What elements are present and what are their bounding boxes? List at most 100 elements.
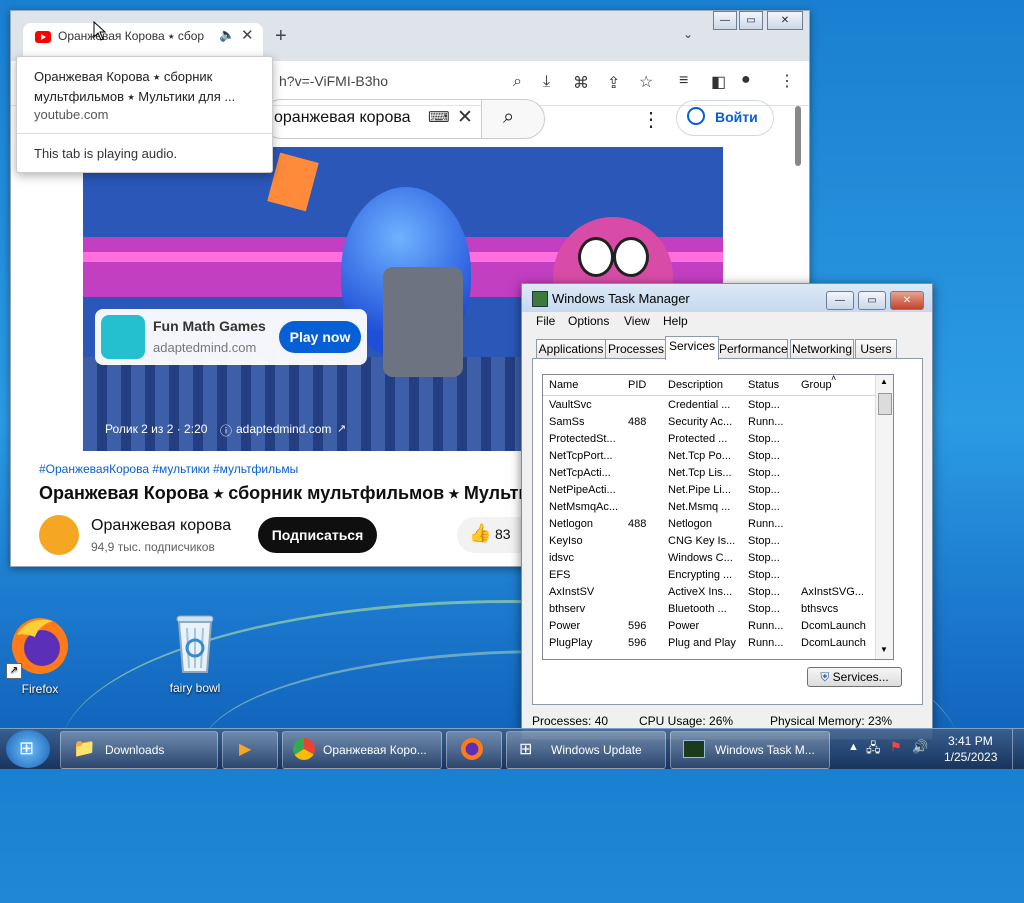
tm-close-button[interactable]: ✕	[890, 291, 924, 310]
folder-icon: 📁	[73, 738, 96, 758]
clock-time[interactable]: 3:41 PM	[948, 734, 993, 748]
tab-users[interactable]: Users	[855, 339, 897, 359]
desktop-icon-recycle-bin[interactable]: fairy bowl	[155, 610, 235, 695]
chrome-close-button[interactable]: ✕	[767, 11, 803, 30]
col-description[interactable]: Description	[668, 379, 723, 391]
ad-card[interactable]: Fun Math Games adaptedmind.com Play now	[95, 309, 367, 365]
taskbar-item-downloads[interactable]: 📁 Downloads	[60, 731, 218, 769]
install-icon[interactable]: ⤓	[543, 73, 550, 91]
task-manager-window: Windows Task Manager — ▭ ✕ File Options …	[521, 283, 933, 740]
table-row[interactable]: EFS Encrypting ... Stop...	[543, 568, 875, 585]
table-row[interactable]: NetPipeActi... Net.Pipe Li... Stop...	[543, 483, 875, 500]
bookmark-star-icon[interactable]: ☆	[639, 72, 653, 92]
table-row[interactable]: bthserv Bluetooth ... Stop... bthsvcs	[543, 602, 875, 619]
chrome-minimize-button[interactable]: —	[713, 11, 737, 30]
sort-arrow-icon: ˄	[831, 374, 837, 383]
info-icon[interactable]: ⓘ	[220, 422, 232, 439]
media-control-icon[interactable]: ≡	[679, 72, 688, 90]
tab-close-icon[interactable]: ✕	[241, 26, 254, 44]
scroll-thumb[interactable]	[878, 393, 892, 415]
show-desktop-button[interactable]	[1012, 729, 1024, 769]
taskbar-item-firefox[interactable]	[446, 731, 502, 769]
subscribe-button[interactable]: Подписаться	[258, 517, 377, 553]
chrome-maximize-button[interactable]: ▭	[739, 11, 763, 30]
taskbar-item-windows-update[interactable]: ⊞ Windows Update	[506, 731, 666, 769]
channel-name[interactable]: Оранжевая корова	[91, 517, 231, 535]
desktop-icon-firefox[interactable]: ↗ Firefox	[0, 615, 80, 696]
url-text[interactable]: h?v=-ViFMI-B3ho	[279, 73, 388, 89]
yt-search-input[interactable]: оранжевая корова	[274, 109, 411, 127]
profile-icon[interactable]: ●	[741, 71, 751, 89]
media-player-icon: ▶	[239, 741, 252, 758]
tm-minimize-button[interactable]: —	[826, 291, 854, 310]
menu-kebab-icon[interactable]: ⋮	[779, 71, 795, 91]
table-row[interactable]: ProtectedSt... Protected ... Stop...	[543, 432, 875, 449]
table-row[interactable]: Power 596 Power Runn... DcomLaunch	[543, 619, 875, 636]
side-panel-icon[interactable]: ◧	[711, 72, 726, 92]
search-icon: ⌕	[503, 106, 515, 128]
taskbar-item-media-player[interactable]: ▶	[222, 731, 278, 769]
page-scrollbar[interactable]	[795, 106, 801, 166]
cell-desc: Net.Tcp Po...	[668, 450, 731, 462]
table-row[interactable]: Netlogon 488 Netlogon Runn...	[543, 517, 875, 534]
table-row[interactable]: KeyIso CNG Key Is... Stop...	[543, 534, 875, 551]
table-row[interactable]: AxInstSV ActiveX Ins... Stop... AxInstSVG..…	[543, 585, 875, 602]
menu-view[interactable]: View	[624, 314, 650, 328]
ad-link[interactable]: adaptedmind.com	[236, 422, 331, 436]
table-row[interactable]: NetMsmqAc... Net.Msmq ... Stop...	[543, 500, 875, 517]
clear-search-icon[interactable]: ✕	[457, 106, 473, 129]
volume-icon[interactable]: 🔊	[912, 739, 928, 755]
menu-options[interactable]: Options	[568, 314, 609, 328]
signin-button[interactable]: Войти	[676, 100, 774, 136]
cell-status: Stop...	[748, 535, 780, 547]
yt-search-box[interactable]: оранжевая корова ⌨ ✕	[261, 99, 487, 139]
col-group[interactable]: Group	[801, 379, 832, 391]
audio-speaker-icon[interactable]: 🔈	[219, 27, 235, 43]
menu-help[interactable]: Help	[663, 314, 688, 328]
tab-search-chevron-icon[interactable]: ⌄	[683, 27, 693, 41]
scroll-up-icon[interactable]: ▲	[880, 377, 888, 386]
share-icon[interactable]: ⇪	[607, 73, 620, 93]
hashtags[interactable]: #ОранжеваяКорова #мультики #мультфильмы	[39, 462, 298, 476]
table-row[interactable]: SamSs 488 Security Ac... Runn...	[543, 415, 875, 432]
scroll-down-icon[interactable]: ▼	[880, 645, 888, 654]
menu-file[interactable]: File	[536, 314, 555, 328]
col-pid[interactable]: PID	[628, 379, 646, 391]
task-manager-titlebar[interactable]: Windows Task Manager — ▭ ✕	[522, 284, 932, 312]
network-icon[interactable]: 🖧	[866, 739, 881, 761]
table-row[interactable]: idsvc Windows C... Stop...	[543, 551, 875, 568]
new-tab-icon[interactable]: +	[275, 25, 287, 48]
table-row[interactable]: PlugPlay 596 Plug and Play Runn... DcomLaunc…	[543, 636, 875, 653]
ad-play-now-button[interactable]: Play now	[279, 321, 361, 353]
taskbar-item-chrome[interactable]: Оранжевая Коро...	[282, 731, 442, 769]
clock-date[interactable]: 1/25/2023	[944, 750, 997, 764]
show-hidden-icons-icon[interactable]: ▲	[848, 741, 859, 753]
tab-networking[interactable]: Networking	[790, 339, 854, 359]
chrome-icon	[293, 738, 315, 760]
video-title: Оранжевая Корова ⭑ сборник мультфильмов …	[39, 483, 530, 503]
search-icon[interactable]: ⌕	[513, 73, 522, 91]
tab-performance[interactable]: Performance	[718, 339, 788, 359]
services-scrollbar[interactable]: ▲ ▼	[875, 375, 893, 659]
tab-applications[interactable]: Applications	[536, 339, 606, 359]
table-row[interactable]: NetTcpPort... Net.Tcp Po... Stop...	[543, 449, 875, 466]
yt-settings-kebab-icon[interactable]: ⋮	[641, 107, 661, 132]
action-center-icon[interactable]: ⚑	[890, 739, 902, 755]
taskbar-label: Windows Update	[551, 743, 642, 757]
channel-avatar[interactable]	[39, 515, 79, 555]
translate-icon[interactable]: ⌘	[573, 73, 589, 93]
table-row[interactable]: NetTcpActi... Net.Tcp Lis... Stop...	[543, 466, 875, 483]
start-button[interactable]: ⊞	[6, 730, 50, 768]
col-name[interactable]: Name	[549, 379, 578, 391]
tm-maximize-button[interactable]: ▭	[858, 291, 886, 310]
yt-search-button[interactable]: ⌕	[481, 99, 545, 139]
tab-services[interactable]: Services	[665, 336, 719, 360]
cell-desc: Net.Tcp Lis...	[668, 467, 732, 479]
services-button[interactable]: ⛨ Services...	[807, 667, 902, 687]
taskbar-item-task-manager[interactable]: Windows Task M...	[670, 731, 830, 769]
keyboard-icon[interactable]: ⌨	[428, 108, 450, 126]
table-row[interactable]: VaultSvc Credential ... Stop...	[543, 398, 875, 415]
tab-processes[interactable]: Processes	[605, 339, 667, 359]
col-status[interactable]: Status	[748, 379, 779, 391]
cell-status: Stop...	[748, 450, 780, 462]
